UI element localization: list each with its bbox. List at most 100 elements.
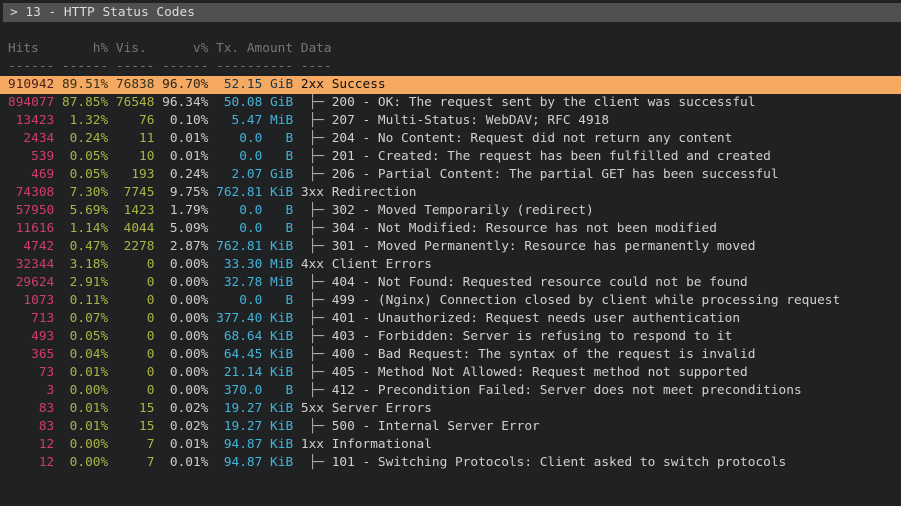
visitors-value: 0 [116,383,155,398]
visitors-value: 76 [116,113,155,128]
visitors-value: 15 [116,401,155,416]
hits-value: 2434 [8,131,54,146]
hits-value: 4742 [8,239,54,254]
visitors-percent: 0.02% [162,401,208,416]
status-label: 204 - No Content: Request did not return… [332,131,733,146]
status-row[interactable]: 3 0.00% 0 0.00% 370.0 B ├─ 412 - Precond… [0,382,901,400]
hits-percent: 2.91% [62,275,108,290]
status-row[interactable]: 910942 89.51% 76838 96.70% 52.15 GiB 2xx… [0,76,901,94]
status-row[interactable]: 539 0.05% 10 0.01% 0.0 B ├─ 201 - Create… [0,148,901,166]
hits-value: 73 [8,365,54,380]
tx-amount: 64.45 KiB [216,347,293,362]
status-row[interactable]: 365 0.04% 0 0.00% 64.45 KiB ├─ 400 - Bad… [0,346,901,364]
tx-amount: 94.87 KiB [216,437,293,452]
tx-amount: 0.0 B [216,221,293,236]
hits-value: 469 [8,167,54,182]
status-row[interactable]: 2434 0.24% 11 0.01% 0.0 B ├─ 204 - No Co… [0,130,901,148]
visitors-value: 0 [116,275,155,290]
hits-percent: 89.51% [62,77,108,92]
visitors-percent: 0.24% [162,167,208,182]
status-row[interactable]: 12 0.00% 7 0.01% 94.87 KiB ├─ 101 - Swit… [0,454,901,472]
visitors-value: 4044 [116,221,155,236]
status-row[interactable]: 4742 0.47% 2278 2.87% 762.81 KiB ├─ 301 … [0,238,901,256]
status-label: 200 - OK: The request sent by the client… [332,95,756,110]
status-row[interactable]: 13423 1.32% 76 0.10% 5.47 MiB ├─ 207 - M… [0,112,901,130]
status-label: 412 - Precondition Failed: Server does n… [332,383,802,398]
hits-percent: 0.00% [62,383,108,398]
tx-amount: 0.0 B [216,131,293,146]
visitors-percent: 0.00% [162,311,208,326]
status-label: 1xx Informational [301,437,432,452]
status-row[interactable]: 493 0.05% 0 0.00% 68.64 KiB ├─ 403 - For… [0,328,901,346]
hits-percent: 0.07% [62,311,108,326]
status-label: 403 - Forbidden: Server is refusing to r… [332,329,733,344]
status-row[interactable]: 713 0.07% 0 0.00% 377.40 KiB ├─ 401 - Un… [0,310,901,328]
tx-amount: 68.64 KiB [216,329,293,344]
tree-branch-icon: ├─ [301,221,332,236]
status-row[interactable]: 12 0.00% 7 0.01% 94.87 KiB 1xx Informati… [0,436,901,454]
visitors-value: 15 [116,419,155,434]
status-row[interactable]: 32344 3.18% 0 0.00% 33.30 MiB 4xx Client… [0,256,901,274]
status-label: 3xx Redirection [301,185,417,200]
hits-value: 365 [8,347,54,362]
hits-value: 74308 [8,185,54,200]
hits-percent: 87.85% [62,95,108,110]
tree-branch-icon: ├─ [301,167,332,182]
hits-value: 894077 [8,95,54,110]
blank-line [0,22,901,40]
status-label: 304 - Not Modified: Resource has not bee… [332,221,717,236]
hits-percent: 0.01% [62,419,108,434]
tx-amount: 762.81 KiB [216,185,293,200]
status-label: 4xx Client Errors [301,257,432,272]
visitors-percent: 0.00% [162,275,208,290]
tx-amount: 377.40 KiB [216,311,293,326]
visitors-value: 0 [116,257,155,272]
status-row[interactable]: 894077 87.85% 76548 96.34% 50.08 GiB ├─ … [0,94,901,112]
hits-percent: 1.14% [62,221,108,236]
visitors-percent: 0.02% [162,419,208,434]
hits-value: 3 [8,383,54,398]
status-row[interactable]: 83 0.01% 15 0.02% 19.27 KiB 5xx Server E… [0,400,901,418]
status-label: 207 - Multi-Status: WebDAV; RFC 4918 [332,113,609,128]
status-row[interactable]: 73 0.01% 0 0.00% 21.14 KiB ├─ 405 - Meth… [0,364,901,382]
status-row[interactable]: 83 0.01% 15 0.02% 19.27 KiB ├─ 500 - Int… [0,418,901,436]
hits-percent: 0.05% [62,167,108,182]
status-row[interactable]: 1073 0.11% 0 0.00% 0.0 B ├─ 499 - (Nginx… [0,292,901,310]
hits-value: 713 [8,311,54,326]
status-label: 404 - Not Found: Requested resource coul… [332,275,748,290]
visitors-value: 0 [116,293,155,308]
hits-value: 539 [8,149,54,164]
visitors-percent: 0.01% [162,149,208,164]
status-row[interactable]: 469 0.05% 193 0.24% 2.07 GiB ├─ 206 - Pa… [0,166,901,184]
status-label: 500 - Internal Server Error [332,419,540,434]
tree-branch-icon: ├─ [301,95,332,110]
status-rows: 910942 89.51% 76838 96.70% 52.15 GiB 2xx… [0,76,901,472]
visitors-value: 7745 [116,185,155,200]
tx-amount: 33.30 MiB [216,257,293,272]
tree-branch-icon: ├─ [301,239,332,254]
tx-amount: 762.81 KiB [216,239,293,254]
visitors-percent: 9.75% [162,185,208,200]
status-row[interactable]: 29624 2.91% 0 0.00% 32.78 MiB ├─ 404 - N… [0,274,901,292]
hits-percent: 0.04% [62,347,108,362]
status-label: 5xx Server Errors [301,401,432,416]
visitors-percent: 0.00% [162,347,208,362]
status-label: 201 - Created: The request has been fulf… [332,149,771,164]
tree-branch-icon: ├─ [301,149,332,164]
hits-value: 910942 [8,77,54,92]
tree-branch-icon: ├─ [301,275,332,290]
status-label: 101 - Switching Protocols: Client asked … [332,455,787,470]
status-row[interactable]: 11616 1.14% 4044 5.09% 0.0 B ├─ 304 - No… [0,220,901,238]
tx-amount: 21.14 KiB [216,365,293,380]
hits-value: 12 [8,455,54,470]
status-row[interactable]: 57950 5.69% 1423 1.79% 0.0 B ├─ 302 - Mo… [0,202,901,220]
visitors-value: 11 [116,131,155,146]
panel-title-bar: > 13 - HTTP Status Codes [3,3,901,22]
status-row[interactable]: 74308 7.30% 7745 9.75% 762.81 KiB 3xx Re… [0,184,901,202]
tree-branch-icon: ├─ [301,383,332,398]
visitors-percent: 2.87% [162,239,208,254]
visitors-percent: 1.79% [162,203,208,218]
visitors-percent: 0.00% [162,293,208,308]
hits-percent: 7.30% [62,185,108,200]
visitors-percent: 0.00% [162,329,208,344]
